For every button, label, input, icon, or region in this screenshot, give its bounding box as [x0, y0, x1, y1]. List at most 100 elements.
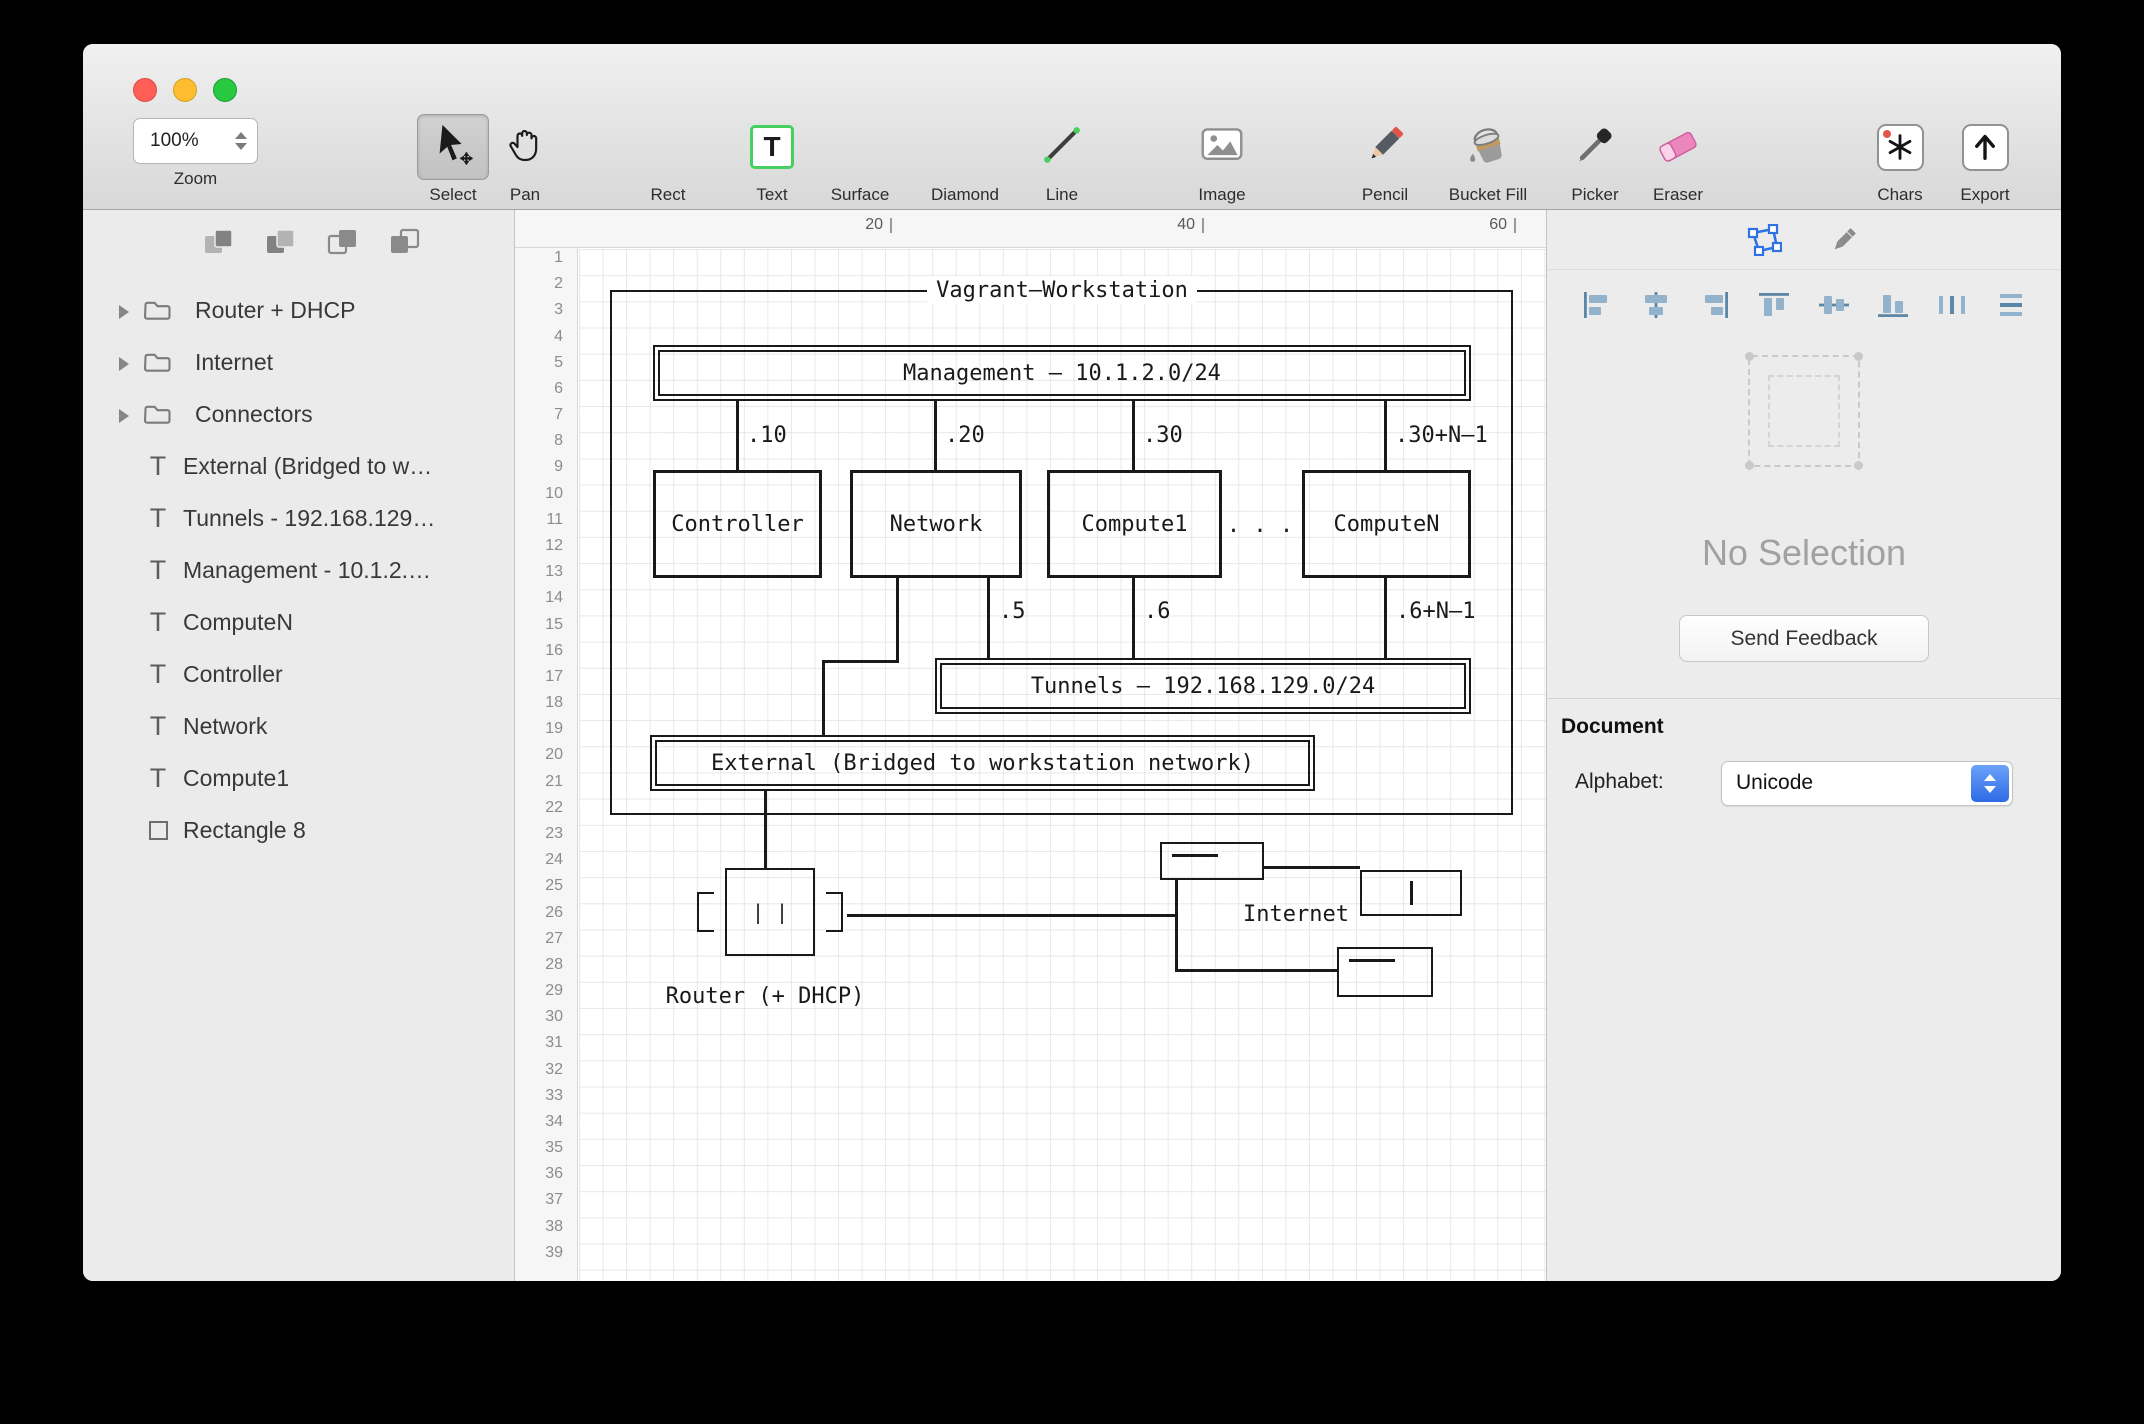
- group-icon[interactable]: [201, 226, 237, 258]
- layer-label: Compute1: [183, 765, 289, 792]
- internet-cloud-shape[interactable]: [1360, 870, 1462, 916]
- layer-item-compute1[interactable]: TCompute1: [83, 753, 514, 805]
- management-network-box[interactable]: Management — 10.1.2.0/24: [653, 345, 1471, 401]
- layer-item-tunnels-192-168-129[interactable]: TTunnels - 192.168.129…: [83, 493, 514, 545]
- tool-line-button[interactable]: Line: [1020, 114, 1104, 205]
- tool-pencil-button[interactable]: Pencil: [1343, 114, 1427, 205]
- tool-surface-button[interactable]: Surface: [818, 114, 902, 205]
- layer-item-internet[interactable]: Internet: [83, 337, 514, 389]
- ellipsis-label[interactable]: . . .: [1205, 510, 1315, 540]
- disclosure-triangle-icon[interactable]: [119, 357, 129, 371]
- tool-label: Chars: [1877, 185, 1922, 205]
- distribute-horizontal-icon[interactable]: [1933, 289, 1971, 321]
- layer-label: Rectangle 8: [183, 817, 306, 844]
- shape-inspector-icon[interactable]: [1742, 221, 1786, 259]
- router-shape[interactable]: | |: [725, 868, 815, 956]
- layer-list: Router + DHCP Internet ConnectorsTExternal…: [83, 285, 514, 857]
- align-bottom-icon[interactable]: [1874, 289, 1912, 321]
- tool-pan-button[interactable]: Pan: [483, 114, 567, 205]
- ip-label[interactable]: .20: [945, 422, 1055, 448]
- internet-cloud-shape[interactable]: [1160, 842, 1264, 880]
- tool-text-button[interactable]: TText: [730, 114, 814, 205]
- connector-line: [1175, 969, 1339, 972]
- export-icon: [1962, 124, 2009, 171]
- router-label[interactable]: Router (+ DHCP): [625, 982, 905, 1010]
- ip-label[interactable]: .30+N—1: [1395, 422, 1525, 448]
- connector-line: [934, 401, 937, 470]
- internet-label[interactable]: Internet: [1221, 900, 1371, 928]
- computen-box[interactable]: ComputeN: [1302, 470, 1471, 578]
- zoom-stepper[interactable]: 100%: [133, 118, 258, 164]
- tool-export-button[interactable]: Export: [1943, 114, 2027, 205]
- ip-label[interactable]: .5: [999, 598, 1059, 624]
- document-section: Document Alphabet: Unicode: [1547, 698, 2061, 806]
- align-right-icon[interactable]: [1696, 289, 1734, 321]
- close-window-button[interactable]: [133, 78, 157, 102]
- tool-eraser-button[interactable]: Eraser: [1636, 114, 1720, 205]
- tool-image-button[interactable]: Image: [1180, 114, 1264, 205]
- network-box[interactable]: Network: [850, 470, 1022, 578]
- ungroup-icon[interactable]: [263, 226, 299, 258]
- text-inspector-icon[interactable]: [1822, 221, 1866, 259]
- layer-label: ComputeN: [183, 609, 293, 636]
- ip-label[interactable]: .30: [1143, 422, 1253, 448]
- distribute-vertical-icon[interactable]: [1992, 289, 2030, 321]
- layer-item-connectors[interactable]: Connectors: [83, 389, 514, 441]
- ip-label[interactable]: .6+N—1: [1396, 598, 1516, 624]
- tool-chars-button[interactable]: Chars: [1858, 114, 1942, 205]
- connector-line: [1264, 866, 1360, 869]
- layer-item-controller[interactable]: TController: [83, 649, 514, 701]
- controller-box[interactable]: Controller: [653, 470, 822, 578]
- connector-line: [1132, 578, 1135, 658]
- chars-icon: [1877, 124, 1924, 171]
- align-middle-vertical-icon[interactable]: [1815, 289, 1853, 321]
- align-left-icon[interactable]: [1578, 289, 1616, 321]
- text-tool-icon: T: [750, 125, 794, 169]
- no-selection-illustration: [1748, 355, 1860, 467]
- layer-item-rectangle-8[interactable]: Rectangle 8: [83, 805, 514, 857]
- bring-forward-icon[interactable]: [325, 226, 361, 258]
- ip-label[interactable]: .6: [1144, 598, 1204, 624]
- send-backward-icon[interactable]: [387, 226, 423, 258]
- alphabet-label: Alphabet:: [1575, 770, 1664, 794]
- compute1-box[interactable]: Compute1: [1047, 470, 1222, 578]
- layer-label: Router + DHCP: [195, 297, 355, 324]
- connector-line: [847, 914, 1177, 917]
- text-layer-icon: T: [145, 451, 171, 482]
- internet-cloud-shape[interactable]: [1337, 947, 1433, 997]
- disclosure-triangle-icon[interactable]: [119, 305, 129, 319]
- tool-label: Line: [1046, 185, 1078, 205]
- tool-rect-button[interactable]: Rect: [626, 114, 710, 205]
- layer-label: Internet: [195, 349, 273, 376]
- tool-picker-button[interactable]: Picker: [1553, 114, 1637, 205]
- align-top-icon[interactable]: [1755, 289, 1793, 321]
- ip-label[interactable]: .10: [747, 422, 857, 448]
- send-feedback-button[interactable]: Send Feedback: [1679, 615, 1929, 662]
- alphabet-dropdown[interactable]: Unicode: [1721, 761, 2013, 806]
- tool-label: Eraser: [1653, 185, 1703, 205]
- layer-item-external-bridged-to-w[interactable]: TExternal (Bridged to w…: [83, 441, 514, 493]
- layer-item-computen[interactable]: TComputeN: [83, 597, 514, 649]
- select-cursor-icon: [430, 121, 476, 174]
- layer-item-network[interactable]: TNetwork: [83, 701, 514, 753]
- tool-label: Picker: [1571, 185, 1618, 205]
- vagrant-workstation-title[interactable]: Vagrant—Workstation: [927, 276, 1197, 304]
- canvas-area[interactable]: 204060 123456789101112131415161718192021…: [515, 210, 1546, 1281]
- text-layer-icon: T: [145, 711, 171, 742]
- eraser-icon: [1654, 123, 1702, 172]
- connector-line: [822, 660, 825, 737]
- tool-diamond-button[interactable]: Diamond: [923, 114, 1007, 205]
- tunnels-network-box[interactable]: Tunnels — 192.168.129.0/24: [935, 658, 1471, 714]
- layer-item-management-10-1-2[interactable]: TManagement - 10.1.2.…: [83, 545, 514, 597]
- external-network-box[interactable]: External (Bridged to workstation network…: [650, 735, 1315, 791]
- folder-icon: [143, 351, 172, 379]
- layer-item-router-dhcp[interactable]: Router + DHCP: [83, 285, 514, 337]
- connector-line: [1175, 880, 1178, 972]
- tool-bucket-fill-button[interactable]: Bucket Fill: [1433, 114, 1543, 205]
- disclosure-triangle-icon[interactable]: [119, 409, 129, 423]
- zoom-window-button[interactable]: [213, 78, 237, 102]
- stepper-arrows-icon[interactable]: [235, 132, 247, 150]
- zoom-value: 100%: [150, 130, 235, 152]
- minimize-window-button[interactable]: [173, 78, 197, 102]
- align-center-horizontal-icon[interactable]: [1637, 289, 1675, 321]
